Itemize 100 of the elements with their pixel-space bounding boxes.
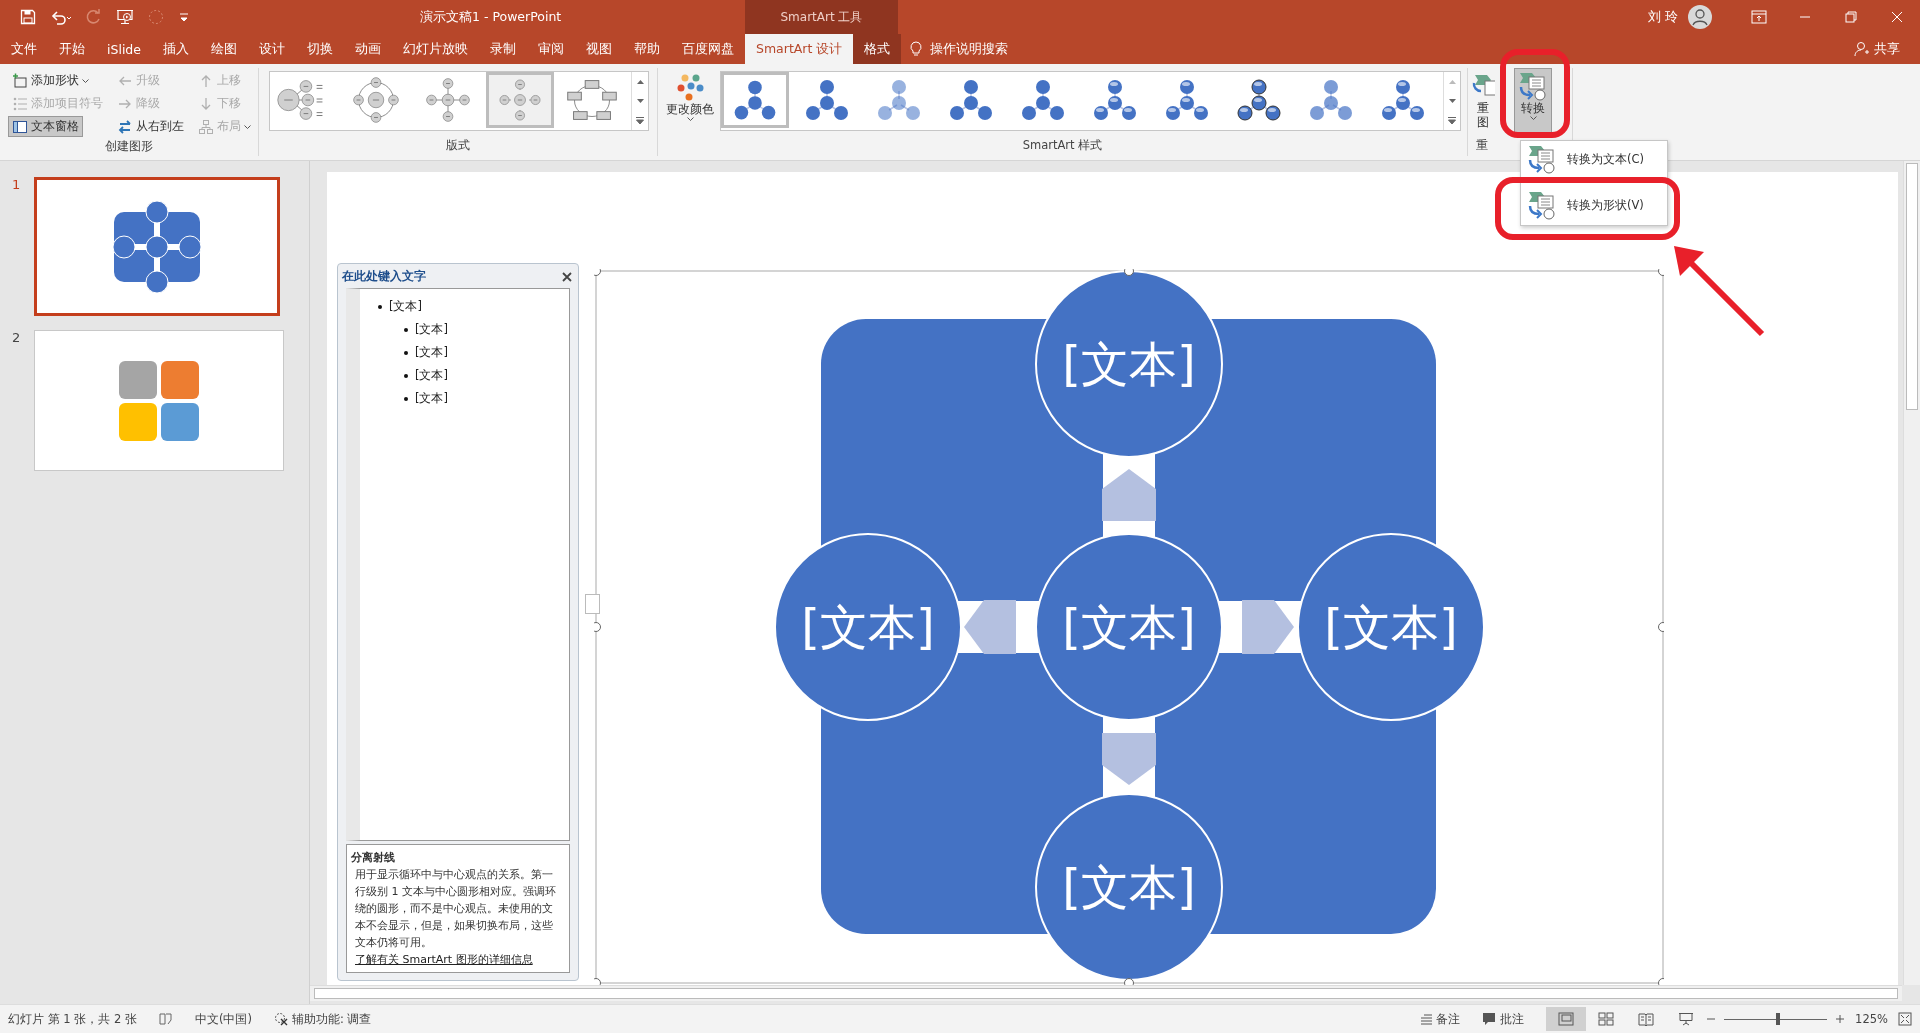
ribbon-tab[interactable]: SmartArt 设计 (745, 34, 854, 64)
ribbon-tab[interactable]: iSlide (96, 34, 152, 64)
ribbon-button[interactable]: 从右到左 (113, 116, 188, 137)
scroll-up-icon (636, 79, 644, 84)
ribbon-tab[interactable]: 绘图 (200, 34, 248, 64)
contextual-group-title: SmartArt 工具 (745, 0, 898, 34)
ribbon-tab[interactable]: 幻灯片放映 (392, 34, 479, 64)
accessibility-status[interactable]: 辅助功能: 调查 (273, 1011, 372, 1027)
notes-button[interactable]: 备注 (1420, 1011, 1461, 1027)
outline-item[interactable]: [文本] (389, 299, 422, 314)
slide-thumbnail[interactable] (34, 177, 280, 316)
caret-icon (82, 78, 89, 83)
outline-item[interactable]: [文本] (415, 391, 448, 406)
bullet-icon (404, 350, 408, 355)
convert-icon (1527, 190, 1557, 220)
vertical-scrollbar[interactable] (1903, 161, 1920, 985)
ribbon-tab[interactable]: 审阅 (527, 34, 575, 64)
ribbon-tab[interactable]: 动画 (344, 34, 392, 64)
zoom-in-icon (1835, 1014, 1846, 1024)
ribbon-tab[interactable]: 录制 (479, 34, 527, 64)
swap-arrows-icon (117, 118, 133, 135)
description-title: 分离射线 (351, 850, 396, 866)
bullet-icon (378, 304, 382, 309)
ribbon-tab[interactable]: 视图 (575, 34, 623, 64)
ribbon-tab[interactable]: 文件 (0, 34, 48, 64)
ribbon-tab[interactable]: 百度网盘 (671, 34, 745, 64)
ribbon-tab[interactable]: 格式 (853, 34, 902, 64)
slide-number: 1 (12, 177, 22, 194)
notes-icon (1420, 1013, 1433, 1025)
comment-icon (1482, 1012, 1497, 1026)
resize-handle[interactable] (594, 622, 601, 632)
scroll-down-icon (636, 99, 644, 103)
node-text: [文本] (1062, 859, 1196, 915)
touch-mode-icon (148, 9, 164, 25)
convert-icon (1518, 71, 1548, 101)
resize-handle[interactable] (594, 269, 601, 276)
ribbon-button[interactable]: 添加形状 (8, 70, 93, 91)
close-button[interactable] (562, 271, 572, 282)
slide-thumbnail[interactable] (34, 330, 284, 471)
outline-item[interactable]: [文本] (415, 345, 448, 360)
node-text: [文本] (1062, 336, 1196, 392)
ribbon-tab[interactable]: 插入 (152, 34, 200, 64)
bullet-icon (404, 373, 408, 378)
tell-me-search[interactable]: 操作说明搜索 (910, 40, 1008, 58)
comments-button[interactable]: 批注 (1482, 1011, 1525, 1027)
convert-button[interactable]: 转换 (1514, 68, 1552, 134)
language-label[interactable]: 中文(中国) (194, 1011, 252, 1027)
ribbon-tab[interactable]: 设计 (248, 34, 296, 64)
menu-item[interactable]: 转换为形状(V) (1521, 189, 1667, 221)
presentation-icon (116, 9, 134, 25)
restore-icon (1845, 11, 1857, 23)
slider-thumb[interactable] (1775, 1013, 1780, 1025)
slide-number: 2 (12, 330, 22, 347)
scroll-down-icon (1448, 99, 1456, 103)
accessibility-icon (273, 1012, 288, 1026)
bullet-list-icon (12, 95, 28, 112)
reset-graphic-button[interactable]: 重 图 (1470, 68, 1496, 134)
outline-item[interactable]: [文本] (415, 368, 448, 383)
ribbon-button[interactable]: 文本窗格 (8, 116, 83, 137)
redo-icon (86, 9, 102, 25)
resize-handle[interactable] (1124, 269, 1134, 276)
grid-view-icon (1598, 1012, 1615, 1026)
arrow-shape (964, 600, 1016, 654)
horizontal-scrollbar[interactable] (310, 985, 1902, 1001)
close-icon (1891, 11, 1903, 23)
style-option[interactable] (721, 72, 789, 128)
text-pane-icon (12, 118, 28, 135)
ribbon-tab[interactable]: 开始 (48, 34, 96, 64)
ribbon-tab[interactable]: 帮助 (623, 34, 671, 64)
node-text: [文本] (801, 599, 935, 655)
close-icon (562, 271, 572, 282)
resize-handle[interactable] (594, 978, 601, 985)
arrow-shape (1102, 469, 1156, 521)
group-label: 版式 (445, 138, 471, 154)
description-text: 用于显示循环中与中心观点的关系。第一行级别 1 文本与中心圆形相对应。强调环绕的圆形，而不是中心观点。未使用的文本不会显示，但是，如果切换布局，这些文本仍将可用。 (354, 867, 557, 951)
avatar-icon[interactable] (1688, 5, 1712, 29)
convert-icon (1527, 144, 1557, 174)
hierarchy-icon (198, 118, 214, 135)
resize-handle[interactable] (1124, 978, 1134, 985)
outline-item[interactable]: [文本] (415, 322, 448, 337)
color-dots-icon (675, 72, 705, 102)
group-label: SmartArt 样式 (1021, 138, 1104, 154)
scroll-up-icon (1448, 79, 1456, 84)
zoom-level[interactable]: 125% (1855, 1012, 1888, 1026)
menu-item[interactable]: 转换为文本(C) (1521, 143, 1667, 175)
resize-handle[interactable] (1658, 269, 1664, 276)
group-label: 重 (1475, 138, 1489, 154)
change-colors-button[interactable]: 更改颜色 (658, 68, 720, 138)
caret-icon (244, 124, 251, 129)
node-text: [文本] (1062, 599, 1196, 655)
lightbulb-icon (910, 41, 922, 57)
user-name: 刘 玲 (1647, 8, 1678, 26)
view-button[interactable] (1546, 1007, 1587, 1031)
caret-icon (686, 117, 694, 121)
resize-handle[interactable] (1658, 978, 1664, 985)
outline-box[interactable]: [文本] [文本] [文本] [文本] [文本] (346, 288, 570, 841)
resize-handle[interactable] (1658, 622, 1664, 632)
share-button[interactable]: 共享 (1854, 40, 1900, 58)
ribbon-tab[interactable]: 切换 (296, 34, 344, 64)
help-link[interactable]: 了解有关 SmartArt 图形的详细信息 (351, 951, 563, 968)
